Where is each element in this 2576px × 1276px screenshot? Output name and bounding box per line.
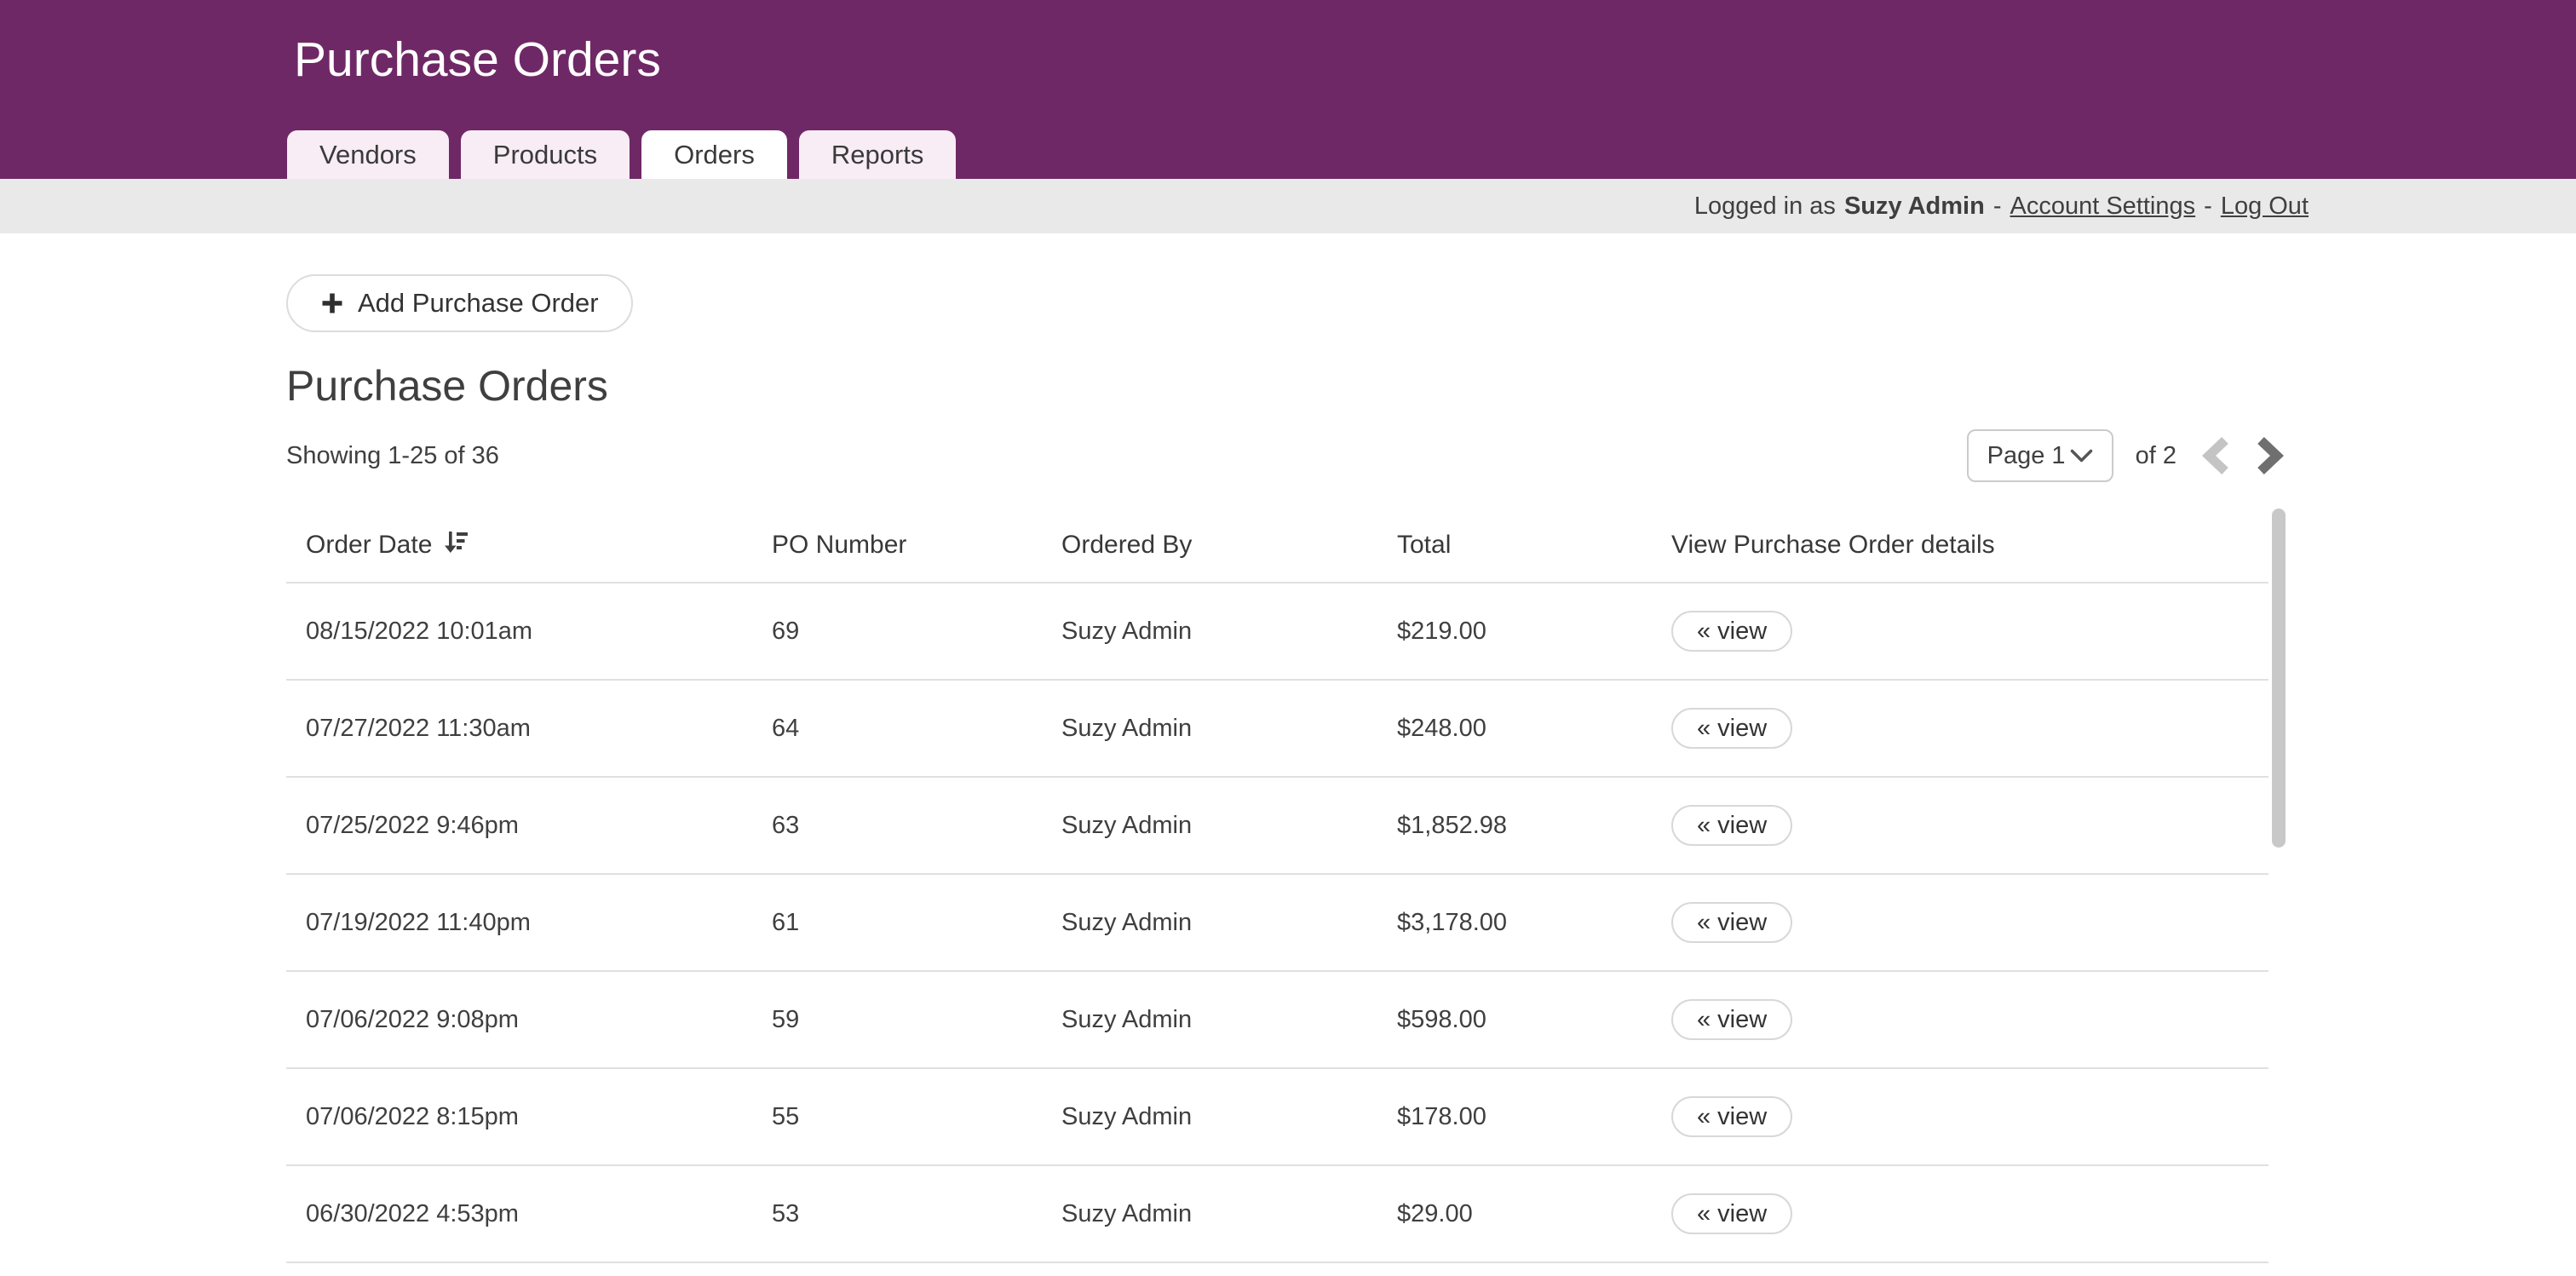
cell-ordered-by: Suzy Admin (1061, 1200, 1397, 1228)
cell-total: $219.00 (1397, 618, 1671, 646)
purchase-orders-table: Order Date PO Number Ordered By To (286, 509, 2286, 1263)
chevron-left-icon (2200, 436, 2231, 475)
list-controls: Showing 1-25 of 36 Page 1 of 2 (286, 429, 2286, 482)
chevron-right-icon (2255, 436, 2286, 475)
page-title: Purchase Orders (286, 365, 2576, 407)
cell-po-number: 59 (772, 1006, 1061, 1034)
cell-ordered-by: Suzy Admin (1061, 618, 1397, 646)
view-button[interactable]: « view (1671, 1193, 1792, 1234)
cell-view: « view (1671, 708, 2268, 749)
logged-in-text: Logged in as (1694, 193, 1836, 221)
cell-po-number: 61 (772, 909, 1061, 937)
cell-total: $598.00 (1397, 1006, 1671, 1034)
cell-total: $29.00 (1397, 1200, 1671, 1228)
cell-ordered-by: Suzy Admin (1061, 909, 1397, 937)
cell-view: « view (1671, 902, 2268, 943)
add-purchase-order-label: Add Purchase Order (358, 288, 599, 319)
cell-ordered-by: Suzy Admin (1061, 1103, 1397, 1131)
user-bar: Logged in as Suzy Admin - Account Settin… (0, 179, 2576, 233)
cell-view: « view (1671, 805, 2268, 846)
account-settings-link[interactable]: Account Settings (2010, 193, 2196, 221)
view-button[interactable]: « view (1671, 708, 1792, 749)
page-of-label: of 2 (2136, 442, 2176, 470)
plus-icon (320, 291, 344, 315)
main-content: Add Purchase Order Purchase Orders Showi… (0, 233, 2576, 1263)
cell-po-number: 64 (772, 715, 1061, 743)
cell-view: « view (1671, 611, 2268, 652)
cell-total: $248.00 (1397, 715, 1671, 743)
view-button[interactable]: « view (1671, 902, 1792, 943)
column-header-order-date[interactable]: Order Date (306, 529, 772, 562)
table-row: 07/06/2022 9:08pm 59 Suzy Admin $598.00 … (286, 972, 2268, 1069)
app-title: Purchase Orders (294, 31, 661, 89)
chevron-down-icon (2070, 442, 2093, 470)
table-header-row: Order Date PO Number Ordered By To (286, 509, 2268, 583)
page-select[interactable]: Page 1 (1967, 429, 2113, 482)
cell-po-number: 53 (772, 1200, 1061, 1228)
tab-vendors[interactable]: Vendors (287, 130, 449, 179)
cell-ordered-by: Suzy Admin (1061, 715, 1397, 743)
cell-po-number: 69 (772, 618, 1061, 646)
previous-page-button[interactable] (2200, 436, 2231, 475)
view-button[interactable]: « view (1671, 1096, 1792, 1137)
view-button[interactable]: « view (1671, 805, 1792, 846)
separator-dash: - (2204, 193, 2212, 221)
cell-order-date: 07/06/2022 8:15pm (306, 1103, 772, 1131)
tab-orders[interactable]: Orders (641, 130, 787, 179)
next-page-button[interactable] (2255, 436, 2286, 475)
cell-view: « view (1671, 1193, 2268, 1234)
tab-reports[interactable]: Reports (799, 130, 957, 179)
cell-order-date: 07/06/2022 9:08pm (306, 1006, 772, 1034)
cell-ordered-by: Suzy Admin (1061, 812, 1397, 840)
cell-order-date: 07/25/2022 9:46pm (306, 812, 772, 840)
separator-dash: - (1993, 193, 2002, 221)
table-row: 06/30/2022 4:53pm 53 Suzy Admin $29.00 «… (286, 1166, 2268, 1263)
cell-total: $3,178.00 (1397, 909, 1671, 937)
column-header-view-details: View Purchase Order details (1671, 531, 2268, 560)
table-row: 07/19/2022 11:40pm 61 Suzy Admin $3,178.… (286, 875, 2268, 972)
log-out-link[interactable]: Log Out (2221, 193, 2309, 221)
column-header-po-number: PO Number (772, 531, 1061, 560)
scrollbar-thumb[interactable] (2272, 509, 2286, 848)
cell-order-date: 07/27/2022 11:30am (306, 715, 772, 743)
primary-tabs: Vendors Products Orders Reports (287, 130, 956, 179)
tab-products[interactable]: Products (461, 130, 630, 179)
cell-po-number: 55 (772, 1103, 1061, 1131)
page-select-value: Page 1 (1987, 442, 2066, 470)
pagination: Page 1 of 2 (1967, 429, 2286, 482)
cell-ordered-by: Suzy Admin (1061, 1006, 1397, 1034)
sort-descending-icon (442, 529, 469, 562)
cell-order-date: 07/19/2022 11:40pm (306, 909, 772, 937)
cell-order-date: 06/30/2022 4:53pm (306, 1200, 772, 1228)
column-header-total: Total (1397, 531, 1671, 560)
add-purchase-order-button[interactable]: Add Purchase Order (286, 274, 633, 332)
cell-order-date: 08/15/2022 10:01am (306, 618, 772, 646)
app-header: Purchase Orders Vendors Products Orders … (0, 0, 2576, 179)
cell-total: $178.00 (1397, 1103, 1671, 1131)
table-row: 07/25/2022 9:46pm 63 Suzy Admin $1,852.9… (286, 778, 2268, 875)
view-button[interactable]: « view (1671, 999, 1792, 1040)
table-row: 07/06/2022 8:15pm 55 Suzy Admin $178.00 … (286, 1069, 2268, 1166)
cell-total: $1,852.98 (1397, 812, 1671, 840)
cell-view: « view (1671, 1096, 2268, 1137)
table-row: 08/15/2022 10:01am 69 Suzy Admin $219.00… (286, 583, 2268, 681)
column-header-ordered-by: Ordered By (1061, 531, 1397, 560)
table-body: 08/15/2022 10:01am 69 Suzy Admin $219.00… (286, 583, 2286, 1263)
table-row: 07/27/2022 11:30am 64 Suzy Admin $248.00… (286, 681, 2268, 778)
cell-po-number: 63 (772, 812, 1061, 840)
cell-view: « view (1671, 999, 2268, 1040)
view-button[interactable]: « view (1671, 611, 1792, 652)
username: Suzy Admin (1844, 193, 1985, 221)
showing-count: Showing 1-25 of 36 (286, 442, 499, 470)
